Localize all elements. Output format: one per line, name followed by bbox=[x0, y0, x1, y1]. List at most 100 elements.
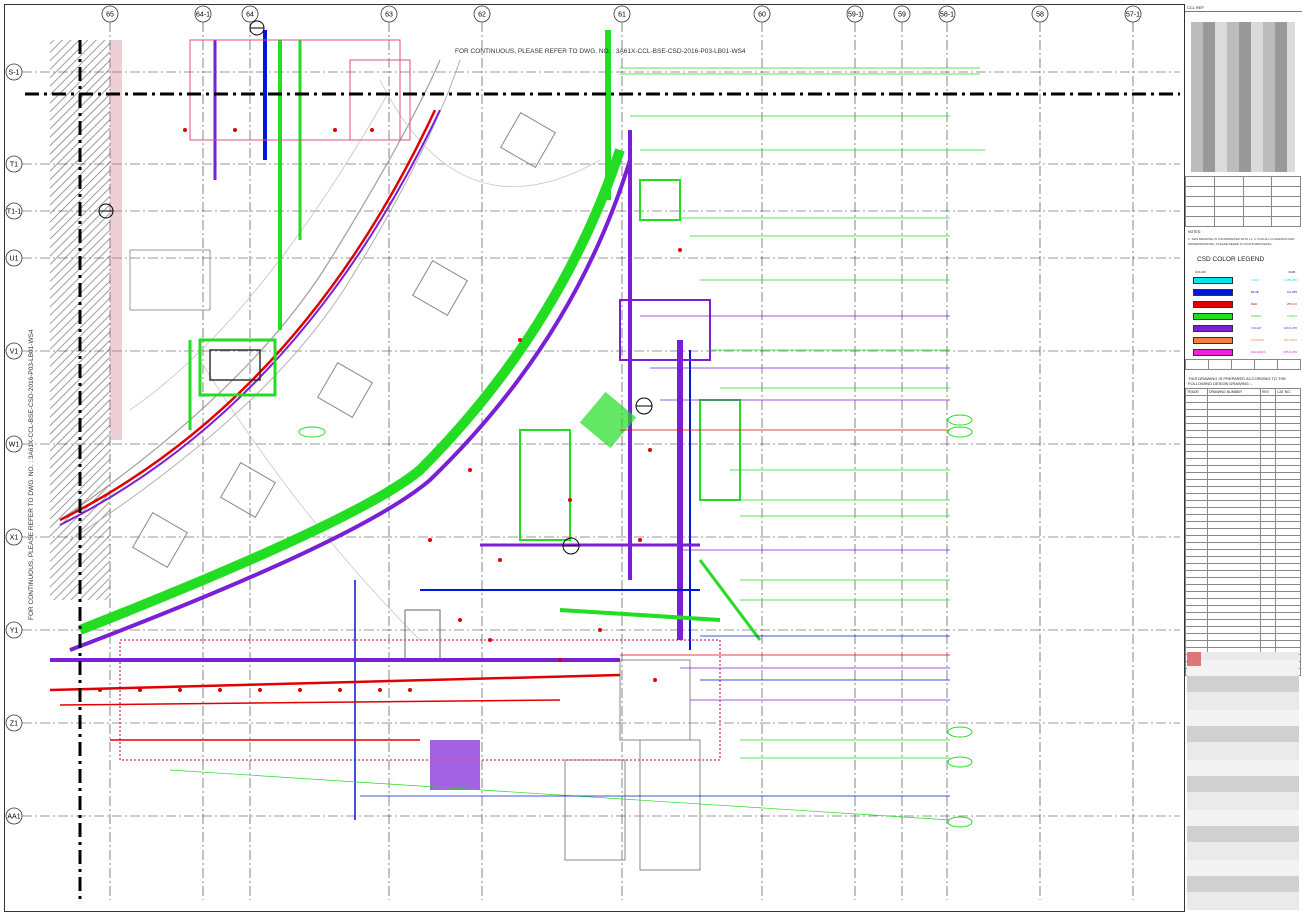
legend-code: VIOLET bbox=[1251, 326, 1262, 330]
grid-bubbles: 65 64-1 64 63 62 61 60 59-1 59 58-1 58 57-1 S-1 T1 T1-… bbox=[5, 5, 1142, 825]
grid-bubble-col: 62 bbox=[473, 5, 491, 23]
drawing-table-row bbox=[1185, 521, 1301, 529]
grid-bubble-col: 58-1 bbox=[938, 5, 956, 23]
grid-label-col: 59 bbox=[898, 12, 906, 19]
grid-label-row: W1 bbox=[9, 442, 20, 449]
grid-label-col: 57-1 bbox=[1126, 12, 1140, 19]
approval-table bbox=[1185, 176, 1301, 227]
drawing-table-row bbox=[1185, 465, 1301, 473]
drawing-table-row bbox=[1185, 640, 1301, 648]
grid-bubble-row: X1 bbox=[5, 528, 23, 546]
legend-swatch bbox=[1193, 336, 1233, 344]
drawing-table-header-cell: CAT NO. bbox=[1275, 388, 1301, 396]
legend-row: VIOLET 128,0,255 bbox=[1193, 322, 1297, 334]
legend-code: GREEN bbox=[1251, 314, 1262, 318]
color-legend-title: CSD COLOR LEGEND bbox=[1197, 256, 1265, 263]
continuation-note-top: FOR CONTINUOUS, PLEASE REFER TO DWG. NO.… bbox=[455, 48, 746, 55]
grid-label-col: 62 bbox=[478, 12, 486, 19]
drawing-table-row bbox=[1185, 423, 1301, 431]
drawing-table-row bbox=[1185, 605, 1301, 613]
drawing-table-row bbox=[1185, 493, 1301, 501]
notes-title: NOTES: bbox=[1188, 230, 1202, 234]
drawing-table-row bbox=[1185, 486, 1301, 494]
title-block: CCL REF NOTES: 1. THIS DRAWING IS COORDI… bbox=[1184, 4, 1302, 912]
grid-label-col: 59-1 bbox=[848, 12, 862, 19]
drawing-table-row bbox=[1185, 591, 1301, 599]
grid-bubble-col: 63 bbox=[380, 5, 398, 23]
legend-swatch bbox=[1193, 276, 1233, 284]
drawing-table-row bbox=[1185, 598, 1301, 606]
legend-head-color: COLOR bbox=[1195, 270, 1206, 274]
grid-label-row: X1 bbox=[10, 535, 19, 542]
grid-label-col: 60 bbox=[758, 12, 766, 19]
drawing-table-row bbox=[1185, 633, 1301, 641]
legend-code: MAGENTA bbox=[1251, 350, 1266, 354]
drawing-table-row bbox=[1185, 416, 1301, 424]
drawing-table-row bbox=[1185, 528, 1301, 536]
legend-row: GREEN 0,255,0 bbox=[1193, 310, 1297, 322]
legend-row: CYAN 0,255,255 bbox=[1193, 274, 1297, 286]
grid-bubble-col: 60 bbox=[753, 5, 771, 23]
legend-row: RED 255,0,0 bbox=[1193, 298, 1297, 310]
drawing-table-row bbox=[1185, 570, 1301, 578]
grid-label-col: 64-1 bbox=[196, 12, 210, 19]
legend-head-rgb: RGB bbox=[1288, 270, 1295, 274]
grid-bubble-row: AA1 bbox=[5, 807, 23, 825]
drawing-table-header-cell: DRAWING NUMBER bbox=[1206, 388, 1262, 396]
legend-rgb: 0,255,255 bbox=[1283, 278, 1297, 282]
grid-bubble-row: T1 bbox=[5, 155, 23, 173]
grid-bubble-row: V1 bbox=[5, 342, 23, 360]
legend-code: ORANGE bbox=[1251, 338, 1265, 342]
drawing-table-header-cell: REV bbox=[1259, 388, 1277, 396]
legend-swatch bbox=[1193, 288, 1233, 296]
grid-label-row: T1-1 bbox=[7, 209, 22, 216]
legend-rgb: 255,128,0 bbox=[1283, 338, 1297, 342]
drawing-table-row bbox=[1185, 556, 1301, 564]
legend-rgb: 0,0,255 bbox=[1286, 290, 1297, 294]
drawing-table-row bbox=[1185, 612, 1301, 620]
grid-label-col: 64 bbox=[246, 12, 254, 19]
drawing-table-row bbox=[1185, 619, 1301, 627]
revision-table bbox=[1185, 359, 1301, 370]
drawing-table-row bbox=[1185, 626, 1301, 634]
grid-bubble-col: 64 bbox=[241, 5, 259, 23]
grid-label-row: Y1 bbox=[10, 628, 19, 635]
legend-row: MAGENTA 255,0,255 bbox=[1193, 346, 1297, 358]
design-drawing-table: TRADE DRAWING NUMBER REV CAT NO. bbox=[1185, 388, 1301, 676]
grid-bubble-col: 57-1 bbox=[1124, 5, 1142, 23]
grid-bubble-row: Y1 bbox=[5, 621, 23, 639]
drawing-table-row bbox=[1185, 542, 1301, 550]
grid-bubble-col: 58 bbox=[1031, 5, 1049, 23]
grid-label-row: T1 bbox=[10, 162, 18, 169]
notes-text: 1. THIS DRAWING IS COORDINATED WITH L1. … bbox=[1188, 237, 1295, 246]
legend-swatch bbox=[1193, 300, 1233, 308]
grid-label-row: V1 bbox=[10, 349, 19, 356]
grid-bubble-col: 61 bbox=[613, 5, 631, 23]
drawing-table-row bbox=[1185, 430, 1301, 438]
grid-bubble-col: 64-1 bbox=[194, 5, 212, 23]
grid-label-row: Z1 bbox=[10, 721, 18, 728]
mep-coordination-drawing[interactable]: 65 64-1 64 63 62 61 60 59-1 59 58-1 58 57-1 S-1 T1 T1-… bbox=[0, 0, 1184, 916]
grid-bubble-row: W1 bbox=[5, 435, 23, 453]
drawing-table-row bbox=[1185, 549, 1301, 557]
legend-swatch bbox=[1193, 324, 1233, 332]
grid-bubble-row: Z1 bbox=[5, 714, 23, 732]
grid-label-col: 58 bbox=[1036, 12, 1044, 19]
legend-swatch bbox=[1193, 348, 1233, 356]
building-services bbox=[25, 20, 1180, 900]
legend-rgb: 255,0,0 bbox=[1286, 302, 1297, 306]
title-block-header: CCL REF bbox=[1185, 4, 1302, 12]
drawing-table-row bbox=[1185, 451, 1301, 459]
drawing-table-row bbox=[1185, 584, 1301, 592]
grid-bubble-row: U1 bbox=[5, 249, 23, 267]
drawing-table-header-cell: TRADE bbox=[1185, 388, 1208, 396]
grid-lines bbox=[22, 22, 1180, 900]
legend-rgb: 0,255,0 bbox=[1286, 314, 1297, 318]
drawing-table-row bbox=[1185, 472, 1301, 480]
grid-bubble-row: S-1 bbox=[5, 63, 23, 81]
continuation-note-left: FOR CONTINUOUS, PLEASE REFER TO DWG. NO.… bbox=[28, 329, 35, 620]
color-legend: COLOR RGB CYAN 0,255,255 BLUE 0,0,255 RED 255… bbox=[1193, 270, 1297, 358]
drawing-table-row bbox=[1185, 437, 1301, 445]
legend-code: CYAN bbox=[1251, 278, 1260, 282]
legend-row: BLUE 0,0,255 bbox=[1193, 286, 1297, 298]
